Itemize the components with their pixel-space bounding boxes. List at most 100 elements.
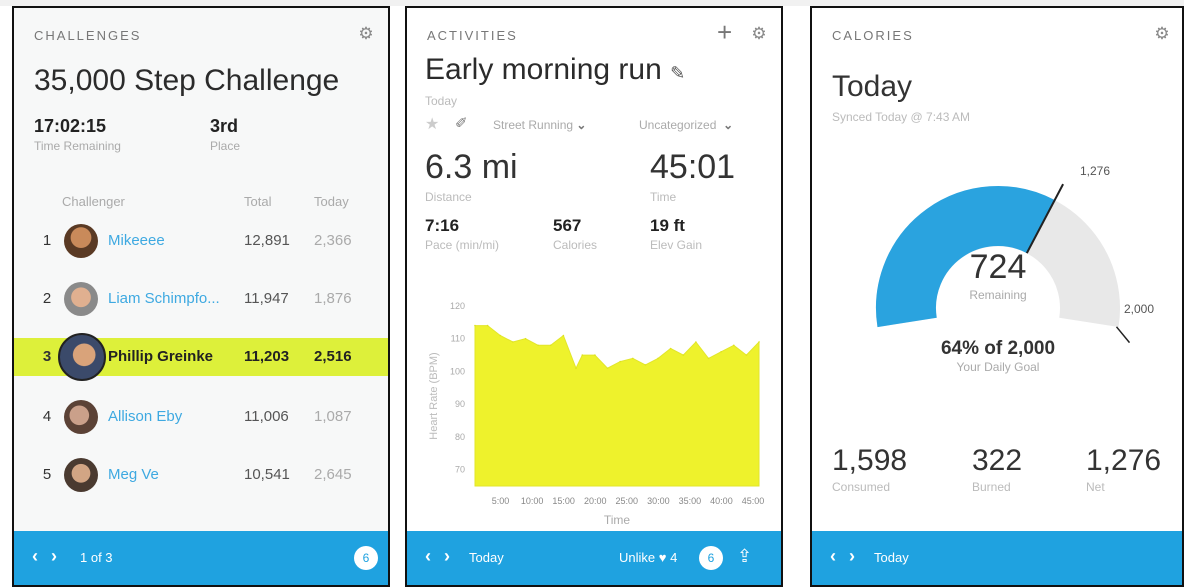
chevron-right-icon[interactable]: › bbox=[444, 546, 454, 566]
star-icon[interactable]: ★ bbox=[425, 114, 439, 134]
table-row[interactable]: 5 Meg Ve 10,541 2,645 bbox=[14, 456, 388, 494]
remaining-label: Remaining bbox=[969, 288, 1027, 302]
calories-card: CALORIES ⚙ Today Synced Today @ 7:43 AM … bbox=[810, 6, 1184, 587]
goal-percent: 64% bbox=[940, 338, 979, 359]
x-tick-label: 40:00 bbox=[710, 496, 733, 506]
prev-next-nav[interactable]: ‹ › bbox=[32, 546, 61, 567]
gauge-max-label: 2,000 bbox=[1124, 302, 1155, 316]
x-tick-label: 20:00 bbox=[584, 496, 607, 506]
x-tick-label: 10:00 bbox=[521, 496, 544, 506]
net-value: 1,276 bbox=[1086, 444, 1162, 477]
column-today: Today bbox=[314, 194, 349, 209]
add-icon[interactable]: + bbox=[717, 19, 732, 45]
place-value: 3rd bbox=[210, 116, 239, 136]
chevron-right-icon[interactable]: › bbox=[51, 546, 61, 566]
y-axis-label: Heart Rate (BPM) bbox=[428, 352, 440, 439]
heart-rate-point bbox=[606, 367, 609, 369]
heart-rate-point bbox=[669, 347, 672, 350]
avatar bbox=[64, 458, 98, 492]
nav-today[interactable]: Today bbox=[469, 550, 504, 565]
heart-rate-point bbox=[581, 354, 584, 356]
place-label: Place bbox=[210, 139, 241, 153]
pencil-icon[interactable]: ✎ bbox=[670, 63, 685, 83]
comments-badge[interactable]: 6 bbox=[699, 546, 723, 570]
prev-next-nav[interactable]: ‹ › bbox=[830, 546, 859, 567]
remaining-value: 724 bbox=[969, 248, 1027, 286]
gear-icon[interactable]: ⚙ bbox=[1154, 25, 1170, 42]
y-tick-label: 80 bbox=[455, 432, 465, 442]
chevron-left-icon[interactable]: ‹ bbox=[425, 546, 435, 566]
challenger-name[interactable]: Liam Schimpfo... bbox=[108, 290, 220, 307]
heart-rate-point bbox=[758, 341, 760, 343]
challenger-name[interactable]: Phillip Greinke bbox=[108, 348, 213, 365]
calories-label: Calories bbox=[553, 238, 598, 252]
total-steps: 12,891 bbox=[244, 232, 290, 249]
activities-footer: ‹ › Today Unlike ♥ 4 6 ⇪ bbox=[407, 531, 781, 585]
challenger-name[interactable]: Meg Ve bbox=[108, 466, 159, 483]
net-label: Net bbox=[1086, 480, 1105, 494]
comments-badge[interactable]: 6 bbox=[354, 546, 378, 570]
share-icon[interactable]: ⇪ bbox=[737, 546, 752, 567]
challenges-header: CHALLENGES bbox=[34, 28, 142, 43]
rank: 3 bbox=[42, 348, 52, 365]
unlike-button[interactable]: Unlike ♥ 4 bbox=[619, 550, 677, 565]
burned-value: 322 bbox=[972, 444, 1023, 477]
heart-rate-point bbox=[474, 324, 476, 327]
prev-next-nav[interactable]: ‹ › bbox=[425, 546, 454, 567]
heart-rate-point bbox=[594, 354, 596, 356]
heart-rate-point bbox=[682, 354, 685, 356]
heart-rate-point bbox=[562, 334, 565, 337]
challenger-name[interactable]: Mikeeee bbox=[108, 232, 165, 249]
burned-label: Burned bbox=[972, 480, 1011, 494]
avatar bbox=[64, 282, 98, 316]
calories-header: CALORIES bbox=[832, 28, 914, 43]
today-steps: 2,366 bbox=[314, 232, 352, 249]
edit-note-icon[interactable]: ✐ bbox=[455, 114, 468, 132]
heart-rate-point bbox=[537, 344, 539, 347]
heart-rate-chart: 120 110 100 90 80 70 5:00 10:00 15:00 20:00 25:00 3… bbox=[428, 301, 764, 527]
page-indicator: 1 of 3 bbox=[80, 550, 113, 565]
goal-of: of 2,000 bbox=[978, 338, 1056, 359]
rank: 5 bbox=[42, 466, 52, 483]
nav-today[interactable]: Today bbox=[874, 550, 909, 565]
today-steps: 2,516 bbox=[314, 348, 352, 365]
chevron-right-icon[interactable]: › bbox=[849, 546, 859, 566]
table-row-highlighted[interactable]: 3 Phillip Greinke 11,203 2,516 bbox=[14, 333, 388, 381]
chevron-left-icon[interactable]: ‹ bbox=[32, 546, 42, 566]
chevron-left-icon[interactable]: ‹ bbox=[830, 546, 840, 566]
table-row[interactable]: 4 Allison Eby 11,006 1,087 bbox=[14, 398, 388, 436]
elev-label: Elev Gain bbox=[650, 238, 703, 252]
challenge-title: 35,000 Step Challenge bbox=[34, 64, 340, 97]
consumed-label: Consumed bbox=[832, 480, 891, 494]
avatar bbox=[58, 333, 106, 381]
chevron-down-icon: ⌄ bbox=[723, 118, 734, 132]
y-tick-label: 120 bbox=[450, 301, 465, 311]
avatar bbox=[64, 224, 98, 258]
challenger-name[interactable]: Allison Eby bbox=[108, 408, 182, 425]
table-row[interactable]: 2 Liam Schimpfo... 11,947 1,876 bbox=[14, 280, 388, 318]
x-axis-label: Time bbox=[604, 513, 631, 527]
challenges-card: CHALLENGES ⚙ 35,000 Step Challenge 17:02… bbox=[12, 6, 390, 587]
rank: 1 bbox=[42, 232, 52, 249]
table-row[interactable]: 1 Mikeeee 12,891 2,366 bbox=[14, 222, 388, 260]
heart-rate-point bbox=[707, 357, 710, 360]
time-remaining-value: 17:02:15 bbox=[34, 116, 107, 136]
heart-rate-point bbox=[486, 324, 489, 327]
rank: 4 bbox=[42, 408, 52, 425]
heart-rate-point bbox=[499, 334, 501, 337]
activity-type-select[interactable]: Street Running ⌄ bbox=[493, 118, 586, 132]
category-value: Uncategorized bbox=[639, 118, 717, 132]
heart-rate-point bbox=[733, 344, 735, 347]
gear-icon[interactable]: ⚙ bbox=[751, 25, 767, 42]
calories-value: 567 bbox=[553, 216, 582, 235]
heart-rate-point bbox=[524, 337, 527, 340]
x-tick-label: 15:00 bbox=[552, 496, 575, 506]
x-tick-label: 35:00 bbox=[679, 496, 702, 506]
total-steps: 11,947 bbox=[244, 290, 289, 307]
column-challenger: Challenger bbox=[62, 194, 125, 209]
daily-goal-label: Your Daily Goal bbox=[956, 360, 1040, 374]
gear-icon[interactable]: ⚙ bbox=[358, 25, 374, 42]
x-tick-label: 25:00 bbox=[616, 496, 639, 506]
category-select[interactable]: Uncategorized ⌄ bbox=[639, 118, 733, 132]
elev-value: 19 ft bbox=[650, 216, 685, 235]
